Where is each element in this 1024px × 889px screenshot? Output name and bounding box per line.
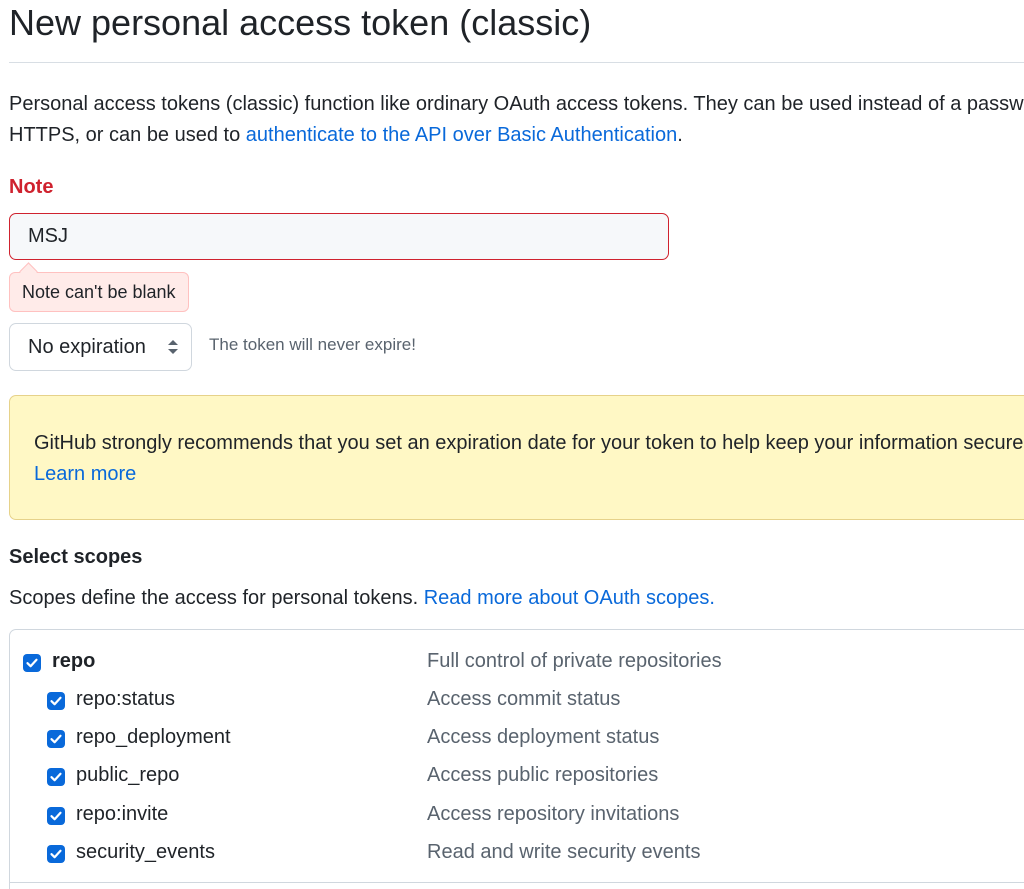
scope-list: repo Full control of private repositorie… xyxy=(9,629,1024,889)
scope-row-public-repo: public_repo Access public repositories xyxy=(10,759,1024,797)
public-repo-checkbox[interactable] xyxy=(47,768,65,786)
page-title: New personal access token (classic) xyxy=(9,2,592,43)
expiration-select[interactable]: No expiration xyxy=(9,323,192,371)
repo-deployment-checkbox[interactable] xyxy=(47,730,65,748)
check-icon xyxy=(50,696,62,706)
expiration-hint: The token will never expire! xyxy=(209,335,416,354)
scope-list-divider xyxy=(9,882,1024,883)
scope-description: Access deployment status xyxy=(427,726,660,748)
security-events-checkbox[interactable] xyxy=(47,845,65,863)
check-icon xyxy=(50,734,62,744)
scope-description: Access public repositories xyxy=(427,764,659,786)
scope-description: Access repository invitations xyxy=(427,803,680,825)
intro-paragraph: Personal access tokens (classic) functio… xyxy=(9,89,1024,151)
scope-name: repo xyxy=(52,650,96,672)
scope-row-security-events: security_events Read and write security … xyxy=(10,836,1024,874)
scope-name: security_events xyxy=(76,841,215,863)
page: New personal access token (classic) Pers… xyxy=(0,0,1024,889)
scope-row-repo-status: repo:status Access commit status xyxy=(10,683,1024,721)
check-icon xyxy=(50,849,62,859)
oauth-scopes-link[interactable]: Read more about OAuth scopes. xyxy=(424,587,715,609)
scopes-description-text: Scopes define the access for personal to… xyxy=(9,587,419,609)
scope-description: Access commit status xyxy=(427,688,621,710)
scope-row-repo-invite: repo:invite Access repository invitation… xyxy=(10,798,1024,836)
scope-description: Full control of private repositories xyxy=(427,650,722,672)
note-input[interactable] xyxy=(9,213,669,260)
basic-auth-link[interactable]: authenticate to the API over Basic Authe… xyxy=(246,124,677,146)
scope-description: Read and write security events xyxy=(427,841,701,863)
repo-checkbox[interactable] xyxy=(23,654,41,672)
scope-name: public_repo xyxy=(76,764,180,786)
repo-invite-checkbox[interactable] xyxy=(47,807,65,825)
select-caret-icon xyxy=(168,340,178,354)
scope-name: repo:invite xyxy=(76,803,169,825)
scope-row-repo-deployment: repo_deployment Access deployment status xyxy=(10,721,1024,759)
check-icon xyxy=(50,811,62,821)
expiration-selected-value: No expiration xyxy=(28,336,146,358)
title-divider xyxy=(9,62,1024,63)
scope-name: repo:status xyxy=(76,688,175,710)
warning-content: GitHub strongly recommends that you set … xyxy=(34,428,1024,490)
scopes-description: Scopes define the access for personal to… xyxy=(9,587,715,610)
check-icon xyxy=(26,658,38,668)
warning-text: GitHub strongly recommends that you set … xyxy=(34,432,1024,454)
learn-more-link[interactable]: Learn more xyxy=(34,459,1024,490)
scope-name: repo_deployment xyxy=(76,726,231,748)
intro-end: . xyxy=(677,124,683,146)
scopes-heading: Select scopes xyxy=(9,546,143,568)
scope-row-repo: repo Full control of private repositorie… xyxy=(10,645,1024,683)
check-icon xyxy=(50,772,62,782)
note-error-message: Note can't be blank xyxy=(9,272,189,312)
note-label: Note xyxy=(9,176,54,198)
repo-status-checkbox[interactable] xyxy=(47,692,65,710)
expiration-warning: GitHub strongly recommends that you set … xyxy=(9,395,1024,520)
